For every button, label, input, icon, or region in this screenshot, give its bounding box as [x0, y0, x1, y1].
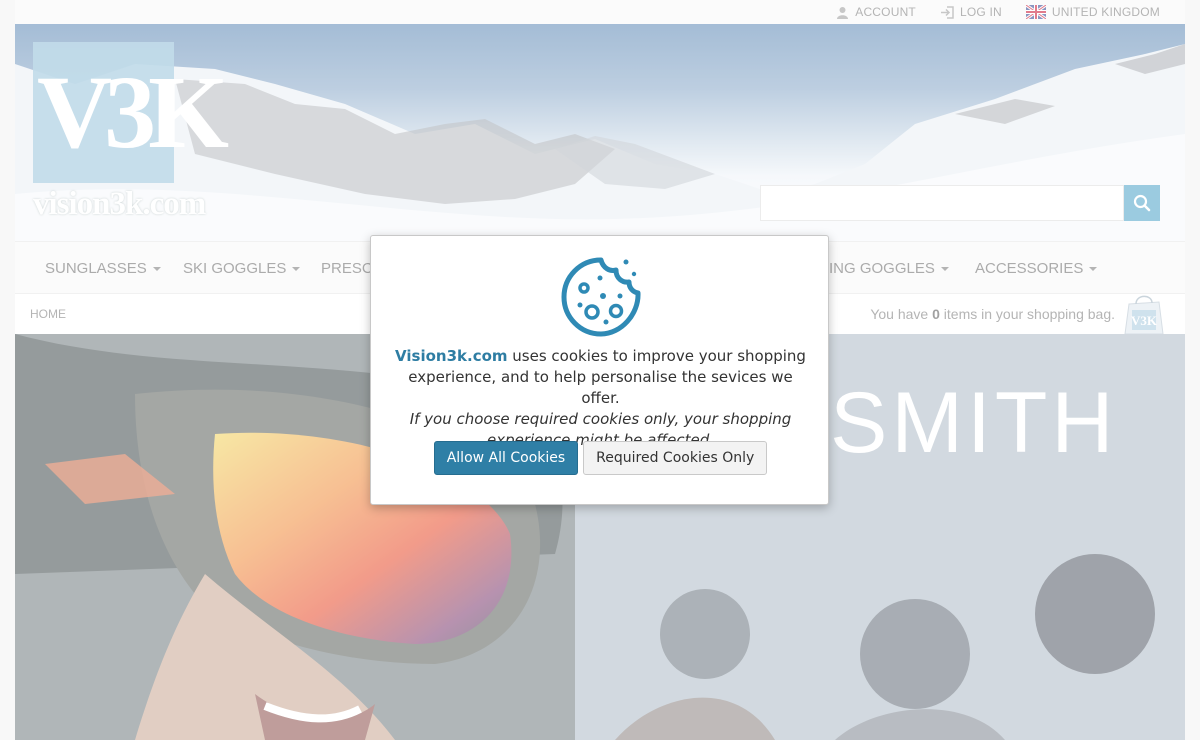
cookie-consent-dialog: Vision3k.com uses cookies to improve you…: [370, 235, 829, 505]
cookie-site-name[interactable]: Vision3k.com: [395, 347, 507, 365]
allow-all-cookies-button[interactable]: Allow All Cookies: [433, 441, 579, 475]
required-cookies-only-button[interactable]: Required Cookies Only: [583, 441, 768, 475]
cookie-message: Vision3k.com uses cookies to improve you…: [391, 346, 810, 451]
cookie-icon: [561, 257, 641, 337]
cookie-buttons: Allow All Cookies Required Cookies Only: [371, 441, 830, 475]
